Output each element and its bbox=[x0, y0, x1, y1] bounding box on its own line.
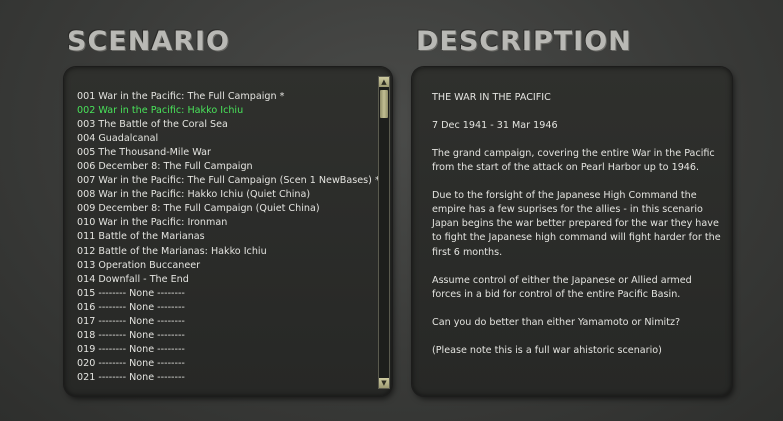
scenario-scrollbar[interactable]: ▲ ▼ bbox=[378, 76, 390, 389]
scenario-list-item[interactable]: 018 -------- None -------- bbox=[77, 329, 377, 343]
scroll-thumb[interactable] bbox=[380, 90, 388, 118]
scenario-list-item[interactable]: 006 December 8: The Full Campaign bbox=[77, 160, 377, 174]
description-paragraph: Assume control of either the Japanese or… bbox=[432, 274, 692, 300]
description-text: THE WAR IN THE PACIFIC 7 Dec 1941 - 31 M… bbox=[432, 91, 722, 372]
description-paragraph: (Please note this is a full war ahistori… bbox=[432, 344, 662, 356]
description-heading: DESCRIPTION bbox=[416, 26, 632, 57]
scenario-list-panel: 001 War in the Pacific: The Full Campaig… bbox=[64, 67, 392, 396]
scenario-list-item[interactable]: 005 The Thousand-Mile War bbox=[77, 146, 377, 160]
scenario-list-item[interactable]: 019 -------- None -------- bbox=[77, 343, 377, 357]
scenario-list-item[interactable]: 021 -------- None -------- bbox=[77, 371, 377, 385]
arrow-down-icon[interactable]: ▼ bbox=[379, 378, 389, 388]
scenario-list-item[interactable]: 013 Operation Buccaneer bbox=[77, 259, 377, 273]
description-title: THE WAR IN THE PACIFIC bbox=[432, 92, 551, 103]
scenario-list-item[interactable]: 011 Battle of the Marianas bbox=[77, 230, 377, 244]
scenario-heading: SCENARIO bbox=[67, 26, 230, 57]
scenario-list-item[interactable]: 009 December 8: The Full Campaign (Quiet… bbox=[77, 202, 377, 216]
scenario-list-item[interactable]: 003 The Battle of the Coral Sea bbox=[77, 118, 377, 132]
scenario-list-item[interactable]: 017 -------- None -------- bbox=[77, 315, 377, 329]
scenario-list-item[interactable]: 008 War in the Pacific: Hakko Ichiu (Qui… bbox=[77, 188, 377, 202]
description-paragraph: Due to the forsight of the Japanese High… bbox=[432, 190, 721, 258]
scenario-list-item[interactable]: 016 -------- None -------- bbox=[77, 301, 377, 315]
arrow-up-icon[interactable]: ▲ bbox=[379, 77, 389, 87]
description-panel: THE WAR IN THE PACIFIC 7 Dec 1941 - 31 M… bbox=[412, 67, 732, 396]
scenario-list-item[interactable]: 007 War in the Pacific: The Full Campaig… bbox=[77, 174, 380, 188]
scenario-list-item[interactable]: 010 War in the Pacific: Ironman bbox=[77, 216, 377, 230]
scenario-list-item[interactable]: 012 Battle of the Marianas: Hakko Ichiu bbox=[77, 245, 377, 259]
scenario-list[interactable]: 001 War in the Pacific: The Full Campaig… bbox=[77, 90, 380, 385]
description-paragraph: Can you do better than either Yamamoto o… bbox=[432, 316, 681, 328]
scenario-list-item[interactable]: 015 -------- None -------- bbox=[77, 287, 377, 301]
description-dates: 7 Dec 1941 - 31 Mar 1946 bbox=[432, 120, 558, 132]
description-paragraph: The grand campaign, covering the entire … bbox=[432, 148, 715, 174]
scenario-list-item[interactable]: 002 War in the Pacific: Hakko Ichiu bbox=[77, 104, 377, 118]
scenario-list-item[interactable]: 020 -------- None -------- bbox=[77, 357, 377, 371]
scenario-list-item[interactable]: 001 War in the Pacific: The Full Campaig… bbox=[77, 90, 377, 104]
scenario-list-item[interactable]: 014 Downfall - The End bbox=[77, 273, 377, 287]
scenario-list-item[interactable]: 004 Guadalcanal bbox=[77, 132, 377, 146]
